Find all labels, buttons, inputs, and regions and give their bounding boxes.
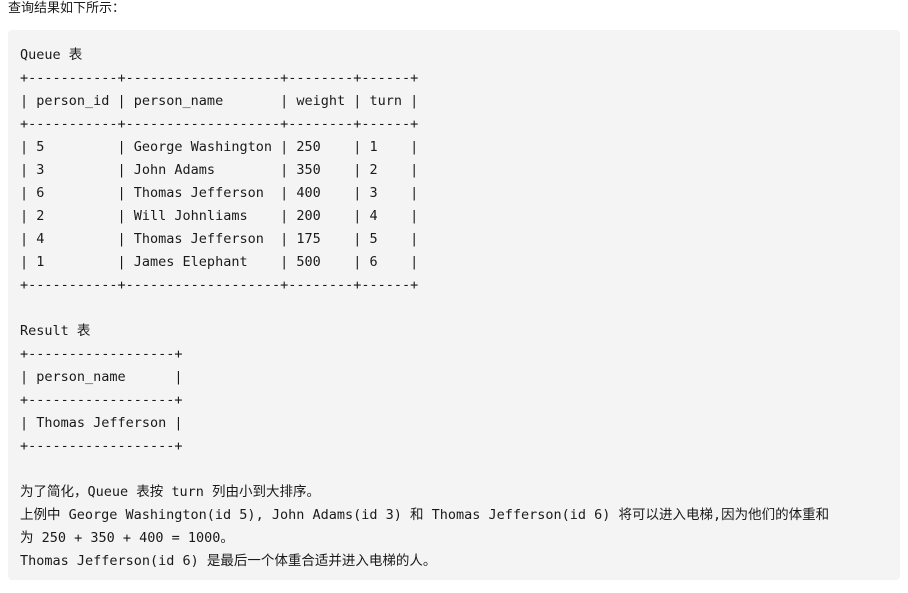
code-block: Queue 表 +-----------+-------------------… <box>8 30 900 580</box>
intro-paragraph: 查询结果如下所示： <box>8 1 126 16</box>
code-block-content: Queue 表 +-----------+-------------------… <box>20 47 830 569</box>
page-root: 查询结果如下所示： Queue 表 +-----------+---------… <box>0 0 908 593</box>
